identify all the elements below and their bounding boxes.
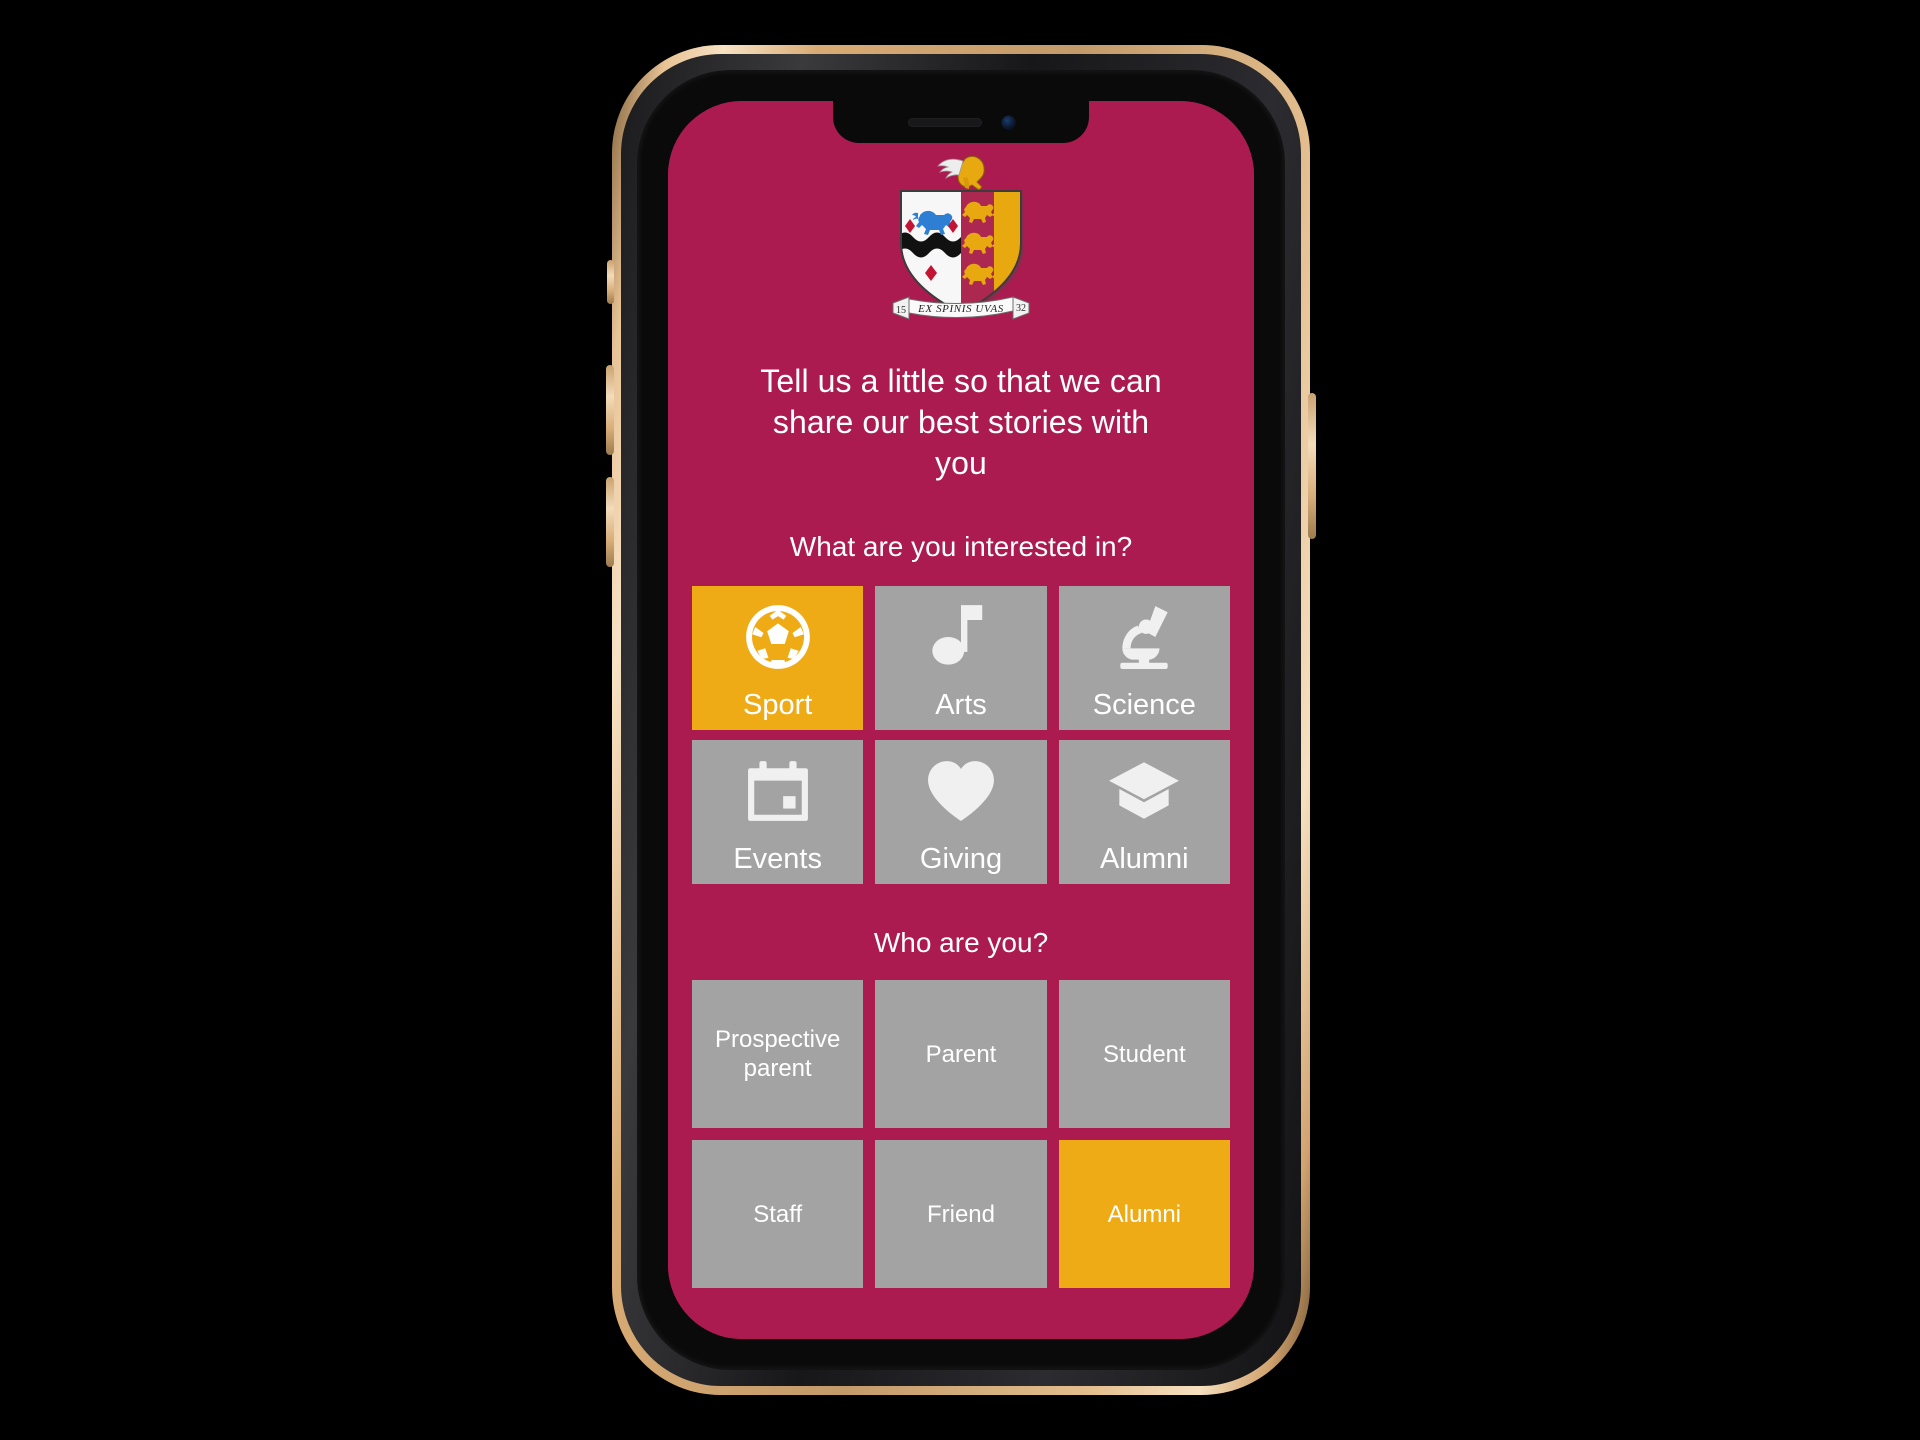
headline-text: Tell us a little so that we can share ou… xyxy=(760,363,1162,481)
interest-tile-giving[interactable]: Giving xyxy=(875,740,1047,884)
volume-down-button[interactable] xyxy=(606,477,614,567)
audience-label: Prospective parent xyxy=(714,1026,841,1082)
audience-tile-prospective-parent[interactable]: Prospective parent xyxy=(692,980,864,1128)
phone-bezel: 15 32 EX SPINIS UVAS Tell us a little so… xyxy=(621,54,1301,1386)
phone-notch xyxy=(833,101,1089,143)
graduation-cap-icon xyxy=(1059,740,1230,842)
interest-tile-sport[interactable]: Sport xyxy=(692,586,864,730)
audience-label: Parent xyxy=(925,1040,997,1068)
phone-screen: 15 32 EX SPINIS UVAS Tell us a little so… xyxy=(668,101,1254,1339)
interest-tile-events[interactable]: Events xyxy=(692,740,864,884)
interest-tile-arts[interactable]: Arts xyxy=(875,586,1047,730)
audience-tile-parent[interactable]: Parent xyxy=(875,980,1047,1128)
phone-device: 15 32 EX SPINIS UVAS Tell us a little so… xyxy=(606,45,1316,1395)
preferences-screen: 15 32 EX SPINIS UVAS Tell us a little so… xyxy=(668,101,1254,1339)
phone-frame: 15 32 EX SPINIS UVAS Tell us a little so… xyxy=(637,70,1285,1370)
power-button[interactable] xyxy=(1308,393,1316,539)
volume-up-button[interactable] xyxy=(606,365,614,455)
audience-tile-student[interactable]: Student xyxy=(1058,980,1230,1128)
interests-question: What are you interested in? xyxy=(789,531,1133,562)
heart-icon xyxy=(875,740,1046,842)
audience-tile-staff[interactable]: Staff xyxy=(692,1140,864,1288)
interest-label: Events xyxy=(733,843,822,875)
audience-label: Friend xyxy=(926,1200,995,1228)
interests-grid: Sport Arts Science Events Giving Alumni xyxy=(692,586,1230,884)
audience-label: Student xyxy=(1102,1040,1186,1068)
crest-year-right: 32 xyxy=(1016,303,1026,314)
screenshot-canvas: 15 32 EX SPINIS UVAS Tell us a little so… xyxy=(0,0,1920,1440)
audience-label: Staff xyxy=(753,1200,803,1228)
microscope-icon xyxy=(1059,586,1230,688)
earpiece-speaker-icon xyxy=(907,117,982,127)
interest-tile-science[interactable]: Science xyxy=(1058,586,1230,730)
audience-question: Who are you? xyxy=(873,927,1049,958)
interest-label: Arts xyxy=(935,689,987,721)
interest-label: Giving xyxy=(919,843,1003,875)
audience-tile-alumni[interactable]: Alumni xyxy=(1058,1140,1230,1288)
interest-label: Science xyxy=(1092,689,1196,721)
audience-label: Alumni xyxy=(1107,1200,1181,1228)
music-note-icon xyxy=(875,586,1046,688)
front-camera-icon xyxy=(1001,115,1015,129)
interest-tile-alumni[interactable]: Alumni xyxy=(1058,740,1230,884)
school-crest-icon: 15 32 EX SPINIS UVAS xyxy=(879,153,1043,325)
interest-label: Sport xyxy=(743,689,813,721)
mute-switch[interactable] xyxy=(607,260,614,304)
interest-label: Alumni xyxy=(1099,843,1189,875)
crest-motto: EX SPINIS UVAS xyxy=(917,303,1004,315)
calendar-icon xyxy=(692,740,863,842)
audience-grid: Prospective parent Parent Student Staff xyxy=(692,980,1230,1288)
football-icon xyxy=(692,586,863,688)
crest-year-left: 15 xyxy=(896,305,906,316)
audience-tile-friend[interactable]: Friend xyxy=(875,1140,1047,1288)
